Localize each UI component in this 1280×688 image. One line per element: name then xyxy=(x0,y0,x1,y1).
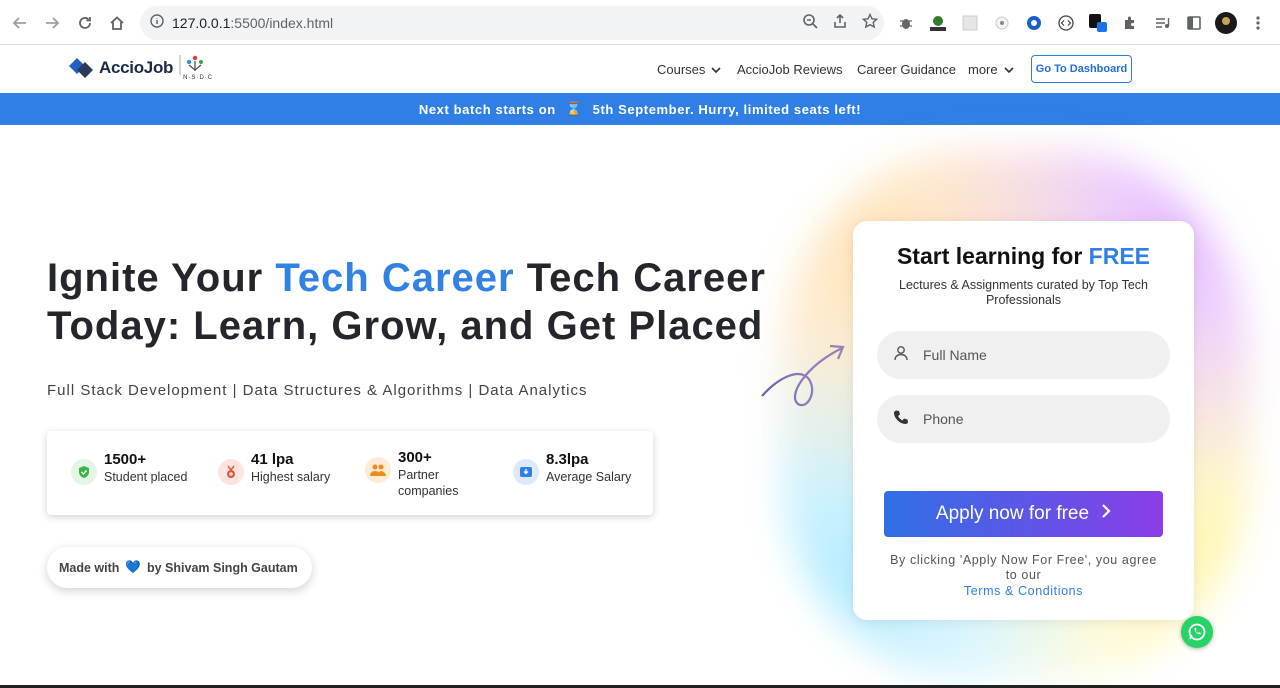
nav-courses-label: Courses xyxy=(657,61,706,77)
made-with-badge: Made with 💙 by Shivam Singh Gautam xyxy=(47,547,312,588)
browser-menu-icon[interactable] xyxy=(1247,12,1269,34)
go-to-dashboard-button[interactable]: Go To Dashboard xyxy=(1031,55,1132,83)
acciojob-logo[interactable]: AccioJob N·S·D·C xyxy=(67,53,212,83)
whatsapp-icon[interactable] xyxy=(1181,616,1213,648)
home-icon[interactable] xyxy=(101,7,133,39)
nav-courses[interactable]: Courses xyxy=(657,45,721,93)
grid-extension-icon[interactable] xyxy=(959,12,981,34)
share-icon[interactable] xyxy=(832,13,848,33)
inbox-icon xyxy=(513,459,539,485)
acciojob-logo-icon xyxy=(67,54,95,82)
stat-label: Partner companies xyxy=(398,468,459,498)
nav-more-label: more xyxy=(968,61,998,77)
zoom-icon[interactable] xyxy=(802,13,818,33)
media-control-icon[interactable] xyxy=(1151,12,1173,34)
heart-icon: 💙 xyxy=(125,560,141,574)
stat-students-placed: 1500+ Student placed xyxy=(71,451,187,485)
hero-title-highlight: Tech Career xyxy=(275,256,515,300)
forward-icon[interactable] xyxy=(36,7,68,39)
stat-value: 41 lpa xyxy=(251,451,294,468)
blue-circle-extension-icon[interactable] xyxy=(1023,12,1045,34)
browser-toolbar: 127.0.0.1:5500/index.html xyxy=(0,0,1280,45)
chevron-down-icon xyxy=(711,62,721,77)
html-extension-icon[interactable] xyxy=(927,12,949,34)
site-navbar: AccioJob N·S·D·C Courses AccioJob Review… xyxy=(0,45,1280,93)
stat-label: Highest salary xyxy=(251,470,331,484)
agreement-text: By clicking 'Apply Now For Free', you ag… xyxy=(890,553,1157,582)
apply-now-button[interactable]: Apply now for free xyxy=(884,491,1163,537)
nav-more[interactable]: more xyxy=(968,45,1014,93)
puzzle-extensions-icon[interactable] xyxy=(1119,12,1141,34)
nav-career-label: Career Guidance xyxy=(857,61,956,77)
site-info-icon[interactable] xyxy=(150,13,164,33)
phone-icon xyxy=(893,409,909,430)
logo-text: AccioJob xyxy=(99,58,174,77)
stat-value: 1500+ xyxy=(104,451,147,468)
stat-value: 300+ xyxy=(398,449,432,466)
nav-acciojob-reviews[interactable]: AccioJob Reviews xyxy=(737,45,843,93)
bug-extension-icon[interactable] xyxy=(895,12,917,34)
url-text: 127.0.0.1:5500/index.html xyxy=(172,15,334,31)
banner-text-end: 5th September. Hurry, limited seats left… xyxy=(592,101,862,117)
full-name-field[interactable] xyxy=(877,331,1170,379)
apply-button-label: Apply now for free xyxy=(935,503,1090,524)
active-extension-icon[interactable] xyxy=(1087,12,1109,34)
form-title-free: FREE xyxy=(1088,243,1151,269)
stat-value: 8.3lpa xyxy=(546,451,589,468)
full-name-input[interactable] xyxy=(923,347,1143,363)
back-icon[interactable] xyxy=(4,7,36,39)
side-panel-icon[interactable] xyxy=(1183,12,1205,34)
medal-icon xyxy=(218,459,244,485)
eye-extension-icon[interactable] xyxy=(991,12,1013,34)
announcement-banner: Next batch starts on ⌛ 5th September. Hu… xyxy=(0,93,1280,125)
stat-label: Average Salary xyxy=(546,470,632,484)
code-extension-icon[interactable] xyxy=(1055,12,1077,34)
reload-icon[interactable] xyxy=(69,7,101,39)
chevron-right-icon xyxy=(1101,503,1111,525)
stat-partner-companies: 300+ Partner companies xyxy=(365,449,470,499)
hero-title: Ignite Your Tech Career Tech Career Toda… xyxy=(47,256,766,348)
banner-text-start: Next batch starts on xyxy=(418,101,556,117)
chevron-down-icon xyxy=(1004,62,1014,77)
stat-highest-salary: 41 lpa Highest salary xyxy=(218,451,330,485)
nav-career-guidance[interactable]: Career Guidance xyxy=(857,45,956,93)
hourglass-icon: ⌛ xyxy=(565,101,583,116)
signup-form-card: Start learning for FREE Lectures & Assig… xyxy=(853,221,1194,620)
user-icon xyxy=(893,345,909,366)
shield-check-icon xyxy=(71,459,97,485)
hero-subtitle: Full Stack Development | Data Structures… xyxy=(47,382,588,399)
phone-field[interactable] xyxy=(877,395,1170,443)
stat-average-salary: 8.3lpa Average Salary xyxy=(513,451,631,485)
profile-avatar-icon[interactable] xyxy=(1215,12,1237,34)
nsdc-logo: N·S·D·C xyxy=(179,53,212,83)
users-icon xyxy=(365,457,391,483)
made-with-prefix: Made with xyxy=(59,560,120,575)
phone-input[interactable] xyxy=(923,411,1143,427)
form-subtitle: Lectures & Assignments curated by Top Te… xyxy=(899,278,1148,307)
stats-panel: 1500+ Student placed 41 lpa Highest salary… xyxy=(47,431,653,515)
nav-reviews-label: AccioJob Reviews xyxy=(737,61,843,77)
address-bar[interactable]: 127.0.0.1:5500/index.html xyxy=(140,6,884,40)
form-title: Start learning for FREE xyxy=(896,243,1151,269)
bookmark-star-icon[interactable] xyxy=(861,12,879,33)
stat-label: Student placed xyxy=(104,470,188,484)
made-with-author: by Shivam Singh Gautam xyxy=(147,560,298,575)
terms-link[interactable]: Terms & Conditions xyxy=(853,584,1194,598)
